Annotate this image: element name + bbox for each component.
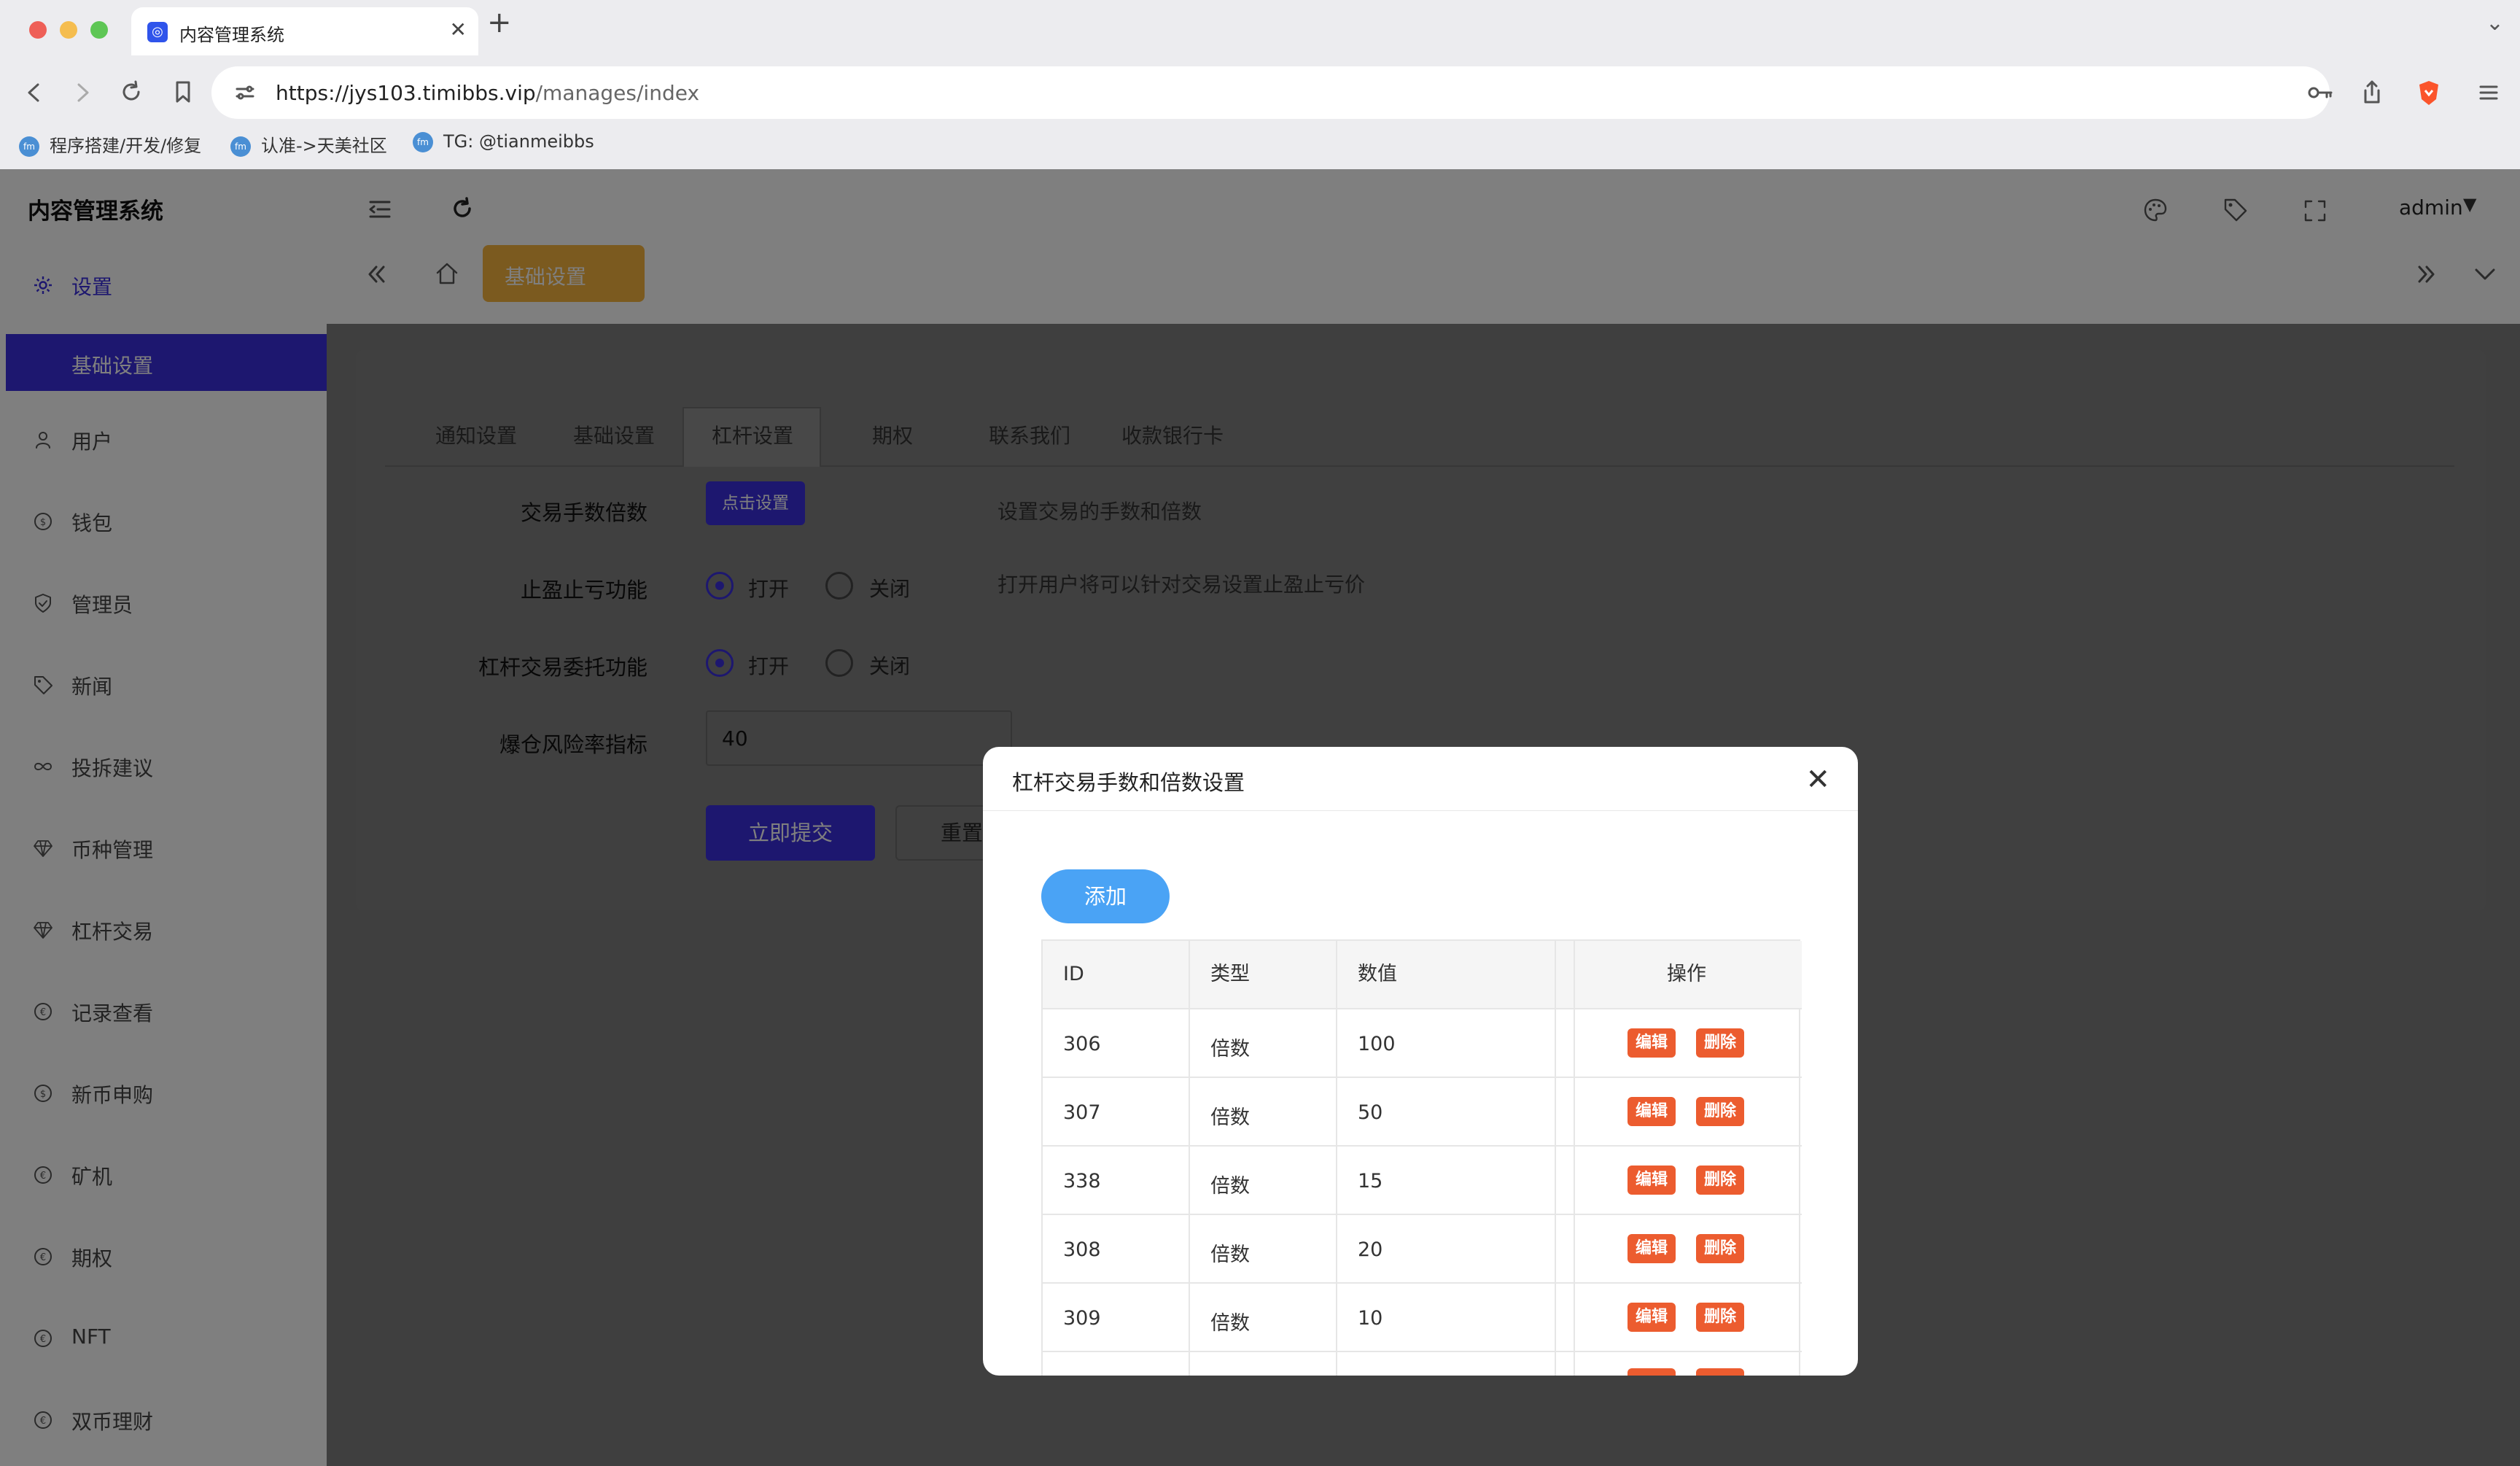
bookmark-label: TG: @tianmeibbs	[443, 131, 594, 152]
column-header-type: 类型	[1210, 963, 1250, 985]
browser-tab[interactable]: ◎ 内容管理系统 ✕	[131, 7, 478, 55]
cell-value: 15	[1358, 1170, 1383, 1192]
modal-title: 杠杆交易手数和倍数设置	[1012, 770, 1245, 795]
window-zoom-dot[interactable]	[90, 21, 108, 39]
app-root: 内容管理系统 设置 基础设置 用户 $ 钱包 管理员 新闻 投拆建议 币种管理	[0, 169, 2520, 1466]
forward-icon[interactable]	[70, 80, 95, 105]
row-divider	[1043, 1351, 1802, 1352]
delete-button[interactable]: 删除	[1696, 1234, 1744, 1263]
password-key-icon[interactable]	[2307, 82, 2333, 104]
url-path: /manages/index	[535, 81, 700, 105]
delete-button[interactable]: 删除	[1696, 1166, 1744, 1195]
table-row: 308 倍数 20 编辑 删除	[1043, 1215, 1802, 1282]
cell-value: 20	[1358, 1238, 1383, 1261]
cell-id: 307	[1063, 1101, 1101, 1124]
delete-button[interactable]: 删除	[1696, 1097, 1744, 1126]
bookmark-favicon-icon: fm	[413, 132, 433, 152]
add-button[interactable]: 添加	[1041, 869, 1170, 923]
bookmark-label: 程序搭建/开发/修复	[50, 136, 202, 156]
column-header-actions: 操作	[1667, 963, 1706, 985]
edit-button[interactable]: 编辑	[1628, 1234, 1676, 1263]
delete-button-partial[interactable]	[1696, 1368, 1744, 1376]
browser-tab-title: 内容管理系统	[179, 25, 284, 45]
edit-button[interactable]: 编辑	[1628, 1097, 1676, 1126]
leverage-fee-modal: 杠杆交易手数和倍数设置 ✕ 添加 ID 类型 数值 操作 306 倍数 100 …	[983, 747, 1858, 1376]
bookmark-item-1[interactable]: fm 程序搭建/开发/修复	[19, 131, 201, 157]
browser-chrome: ◎ 内容管理系统 ✕ + ⌄ https://jys103.timibbs.vi…	[0, 0, 2520, 169]
browser-menu-icon[interactable]	[2476, 80, 2501, 105]
site-settings-icon[interactable]	[233, 81, 257, 104]
brave-shield-icon[interactable]	[2416, 79, 2441, 106]
address-bar[interactable]: https://jys103.timibbs.vip/manages/index	[211, 66, 2330, 119]
edit-button-partial[interactable]	[1628, 1368, 1676, 1376]
window-minimize-dot[interactable]	[60, 21, 77, 39]
bookmark-label: 认准->天美社区	[261, 136, 387, 156]
column-header-value: 数值	[1358, 963, 1397, 985]
back-icon[interactable]	[22, 80, 47, 105]
edit-button[interactable]: 编辑	[1628, 1166, 1676, 1195]
cell-value: 10	[1358, 1307, 1383, 1330]
bookmark-favicon-icon: fm	[19, 136, 39, 157]
reload-icon[interactable]	[118, 79, 144, 105]
modal-close-icon[interactable]: ✕	[1805, 763, 1830, 796]
table-row: 309 倍数 10 编辑 删除	[1043, 1284, 1802, 1351]
table-row: 306 倍数 100 编辑 删除	[1043, 1009, 1802, 1077]
cell-id: 308	[1063, 1238, 1101, 1261]
cell-type: 倍数	[1210, 1312, 1250, 1335]
cell-type: 倍数	[1210, 1175, 1250, 1198]
cell-type: 倍数	[1210, 1244, 1250, 1266]
table-row: 307 倍数 50 编辑 删除	[1043, 1078, 1802, 1145]
cell-type: 倍数	[1210, 1106, 1250, 1129]
url-host: https://jys103.timibbs.vip	[276, 81, 536, 105]
bookmark-icon[interactable]	[171, 79, 195, 105]
bookmark-item-3[interactable]: fm TG: @tianmeibbs	[413, 131, 594, 152]
bookmark-item-2[interactable]: fm 认准->天美社区	[230, 131, 387, 157]
edit-button[interactable]: 编辑	[1628, 1028, 1676, 1058]
new-tab-icon[interactable]: +	[487, 6, 512, 39]
tab-close-icon[interactable]: ✕	[450, 18, 467, 42]
url-text: https://jys103.timibbs.vip/manages/index	[276, 81, 699, 105]
cell-type: 倍数	[1210, 1038, 1250, 1060]
multiplier-table: ID 类型 数值 操作 306 倍数 100 编辑 删除 307 倍数 50 编…	[1041, 939, 1802, 1376]
site-favicon-icon: ◎	[147, 22, 168, 42]
delete-button[interactable]: 删除	[1696, 1303, 1744, 1332]
column-header-id: ID	[1063, 963, 1084, 985]
cell-value: 50	[1358, 1101, 1383, 1124]
tab-list-chevron-icon[interactable]: ⌄	[2486, 10, 2504, 36]
cell-id: 338	[1063, 1170, 1101, 1192]
cell-id: 306	[1063, 1033, 1101, 1055]
delete-button[interactable]: 删除	[1696, 1028, 1744, 1058]
modal-header: 杠杆交易手数和倍数设置 ✕	[983, 747, 1858, 811]
share-icon[interactable]	[2360, 79, 2384, 106]
bookmark-favicon-icon: fm	[230, 136, 251, 157]
cell-id: 309	[1063, 1307, 1101, 1330]
cell-value: 100	[1358, 1033, 1396, 1055]
table-row: 338 倍数 15 编辑 删除	[1043, 1147, 1802, 1214]
window-close-dot[interactable]	[29, 21, 47, 39]
edit-button[interactable]: 编辑	[1628, 1303, 1676, 1332]
